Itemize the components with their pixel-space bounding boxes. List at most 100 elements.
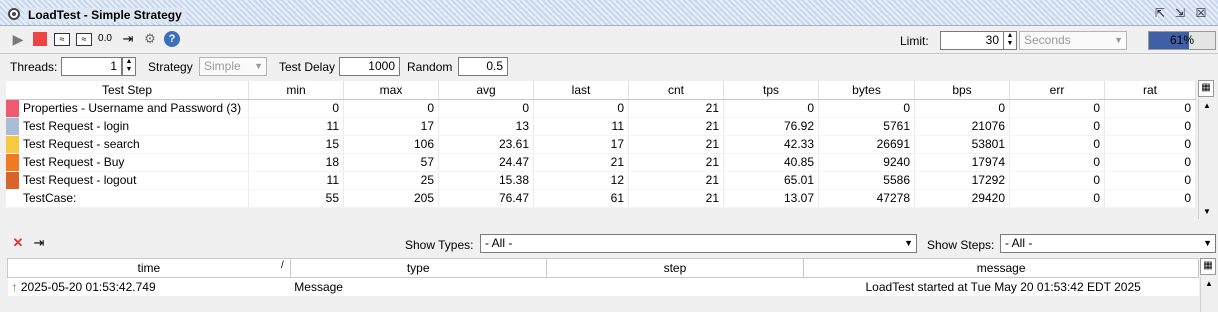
limit-spinner[interactable]: ▲ ▼ xyxy=(1003,31,1017,50)
column-header[interactable]: bytes xyxy=(818,81,915,100)
color-swatch xyxy=(6,135,19,154)
strategy-select[interactable]: Simple ▼ xyxy=(199,57,267,76)
statistics-header-row: Test Step min max avg last cnt tps bytes… xyxy=(6,81,1196,100)
show-steps-select[interactable]: - All - ▼ xyxy=(1000,234,1216,253)
table-row[interactable]: Properties - Username and Password (3) 0… xyxy=(6,99,1196,118)
threads-label: Threads: xyxy=(10,60,58,74)
column-header[interactable]: rat xyxy=(1104,81,1196,100)
scroll-up-icon[interactable]: ▲ xyxy=(1201,277,1217,291)
reset-stats-icon[interactable]: 0.0 xyxy=(97,31,113,47)
log-column-header[interactable]: step xyxy=(545,258,805,278)
options-gear-icon[interactable]: ⚙ xyxy=(142,31,158,47)
table-row[interactable]: Test Request - login 11 17 13 11 21 76.9… xyxy=(6,117,1196,136)
column-header[interactable]: Test Step xyxy=(6,81,249,100)
show-types-label: Show Types: xyxy=(405,238,474,252)
log-column-header[interactable]: type xyxy=(289,258,547,278)
log-table: time / type step message ↑ 2025-05-20 01… xyxy=(7,258,1199,296)
color-swatch xyxy=(6,117,19,136)
help-icon[interactable]: ? xyxy=(164,31,180,47)
export-icon[interactable]: ⇥ xyxy=(120,31,136,47)
cell-last: 21 xyxy=(533,153,629,172)
log-column-header[interactable]: time / xyxy=(7,258,291,278)
cell-tps: 65.01 xyxy=(723,171,819,190)
random-input[interactable]: 0.5 xyxy=(458,57,508,76)
cell-avg: 0 xyxy=(438,99,534,118)
cell-min: 11 xyxy=(248,171,344,190)
column-header[interactable]: bps xyxy=(914,81,1010,100)
sort-indicator-icon: / xyxy=(281,260,284,271)
chevron-down-icon: ▼ xyxy=(254,61,263,71)
cell-bytes: 47278 xyxy=(818,189,915,208)
log-column-chooser-icon[interactable]: ▦ xyxy=(1200,258,1216,275)
test-delay-input[interactable]: 1000 xyxy=(339,57,400,76)
column-header[interactable]: last xyxy=(533,81,629,100)
step-name: Test Request - search xyxy=(19,135,249,154)
cell-cnt: 21 xyxy=(628,117,724,136)
show-steps-label: Show Steps: xyxy=(927,238,995,252)
log-column-header[interactable]: message xyxy=(803,258,1199,278)
detach-icon[interactable]: ⇲ xyxy=(1173,7,1187,20)
cell-max: 106 xyxy=(343,135,439,154)
cell-err: 0 xyxy=(1009,99,1105,118)
cell-last: 11 xyxy=(533,117,629,136)
clear-log-icon[interactable]: ✕ xyxy=(10,235,26,251)
statistics-scrollbar[interactable]: ▲ ▼ xyxy=(1198,99,1214,219)
run-icon[interactable]: ▶ xyxy=(10,31,26,47)
cell-bytes: 0 xyxy=(818,99,915,118)
cell-err: 0 xyxy=(1009,117,1105,136)
window-title: LoadTest - Simple Strategy xyxy=(24,8,186,22)
table-row[interactable]: Test Request - Buy 18 57 24.47 21 21 40.… xyxy=(6,153,1196,172)
minimize-icon[interactable]: ⇱ xyxy=(1153,7,1167,20)
column-header[interactable]: min xyxy=(248,81,344,100)
export-log-icon[interactable]: ⇥ xyxy=(31,235,47,251)
toolbar-divider xyxy=(0,53,1218,54)
cell-err: 0 xyxy=(1009,189,1105,208)
log-row[interactable]: ↑ 2025-05-20 01:53:42.749 Message LoadTe… xyxy=(7,277,1199,296)
close-icon[interactable]: ☒ xyxy=(1194,7,1208,20)
strategy-value: Simple xyxy=(204,59,241,73)
table-row[interactable]: Test Request - search 15 106 23.61 17 21… xyxy=(6,135,1196,154)
log-header-row: time / type step message xyxy=(7,258,1199,278)
show-types-select[interactable]: - All - ▼ xyxy=(480,234,917,253)
column-header[interactable]: max xyxy=(343,81,439,100)
log-time: ↑ 2025-05-20 01:53:42.749 xyxy=(7,277,291,296)
column-header[interactable]: err xyxy=(1009,81,1105,100)
column-header[interactable]: avg xyxy=(438,81,534,100)
log-type: Message xyxy=(290,277,547,296)
threads-spinner[interactable]: ▲ ▼ xyxy=(122,57,136,76)
cell-max: 57 xyxy=(343,153,439,172)
cell-bps: 17292 xyxy=(914,171,1010,190)
limit-unit-select[interactable]: Seconds ▼ xyxy=(1019,31,1127,50)
cell-cnt: 21 xyxy=(628,171,724,190)
log-message: LoadTest started at Tue May 20 01:53:42 … xyxy=(803,277,1199,296)
column-chooser-icon[interactable]: ▦ xyxy=(1198,80,1214,97)
column-header[interactable]: tps xyxy=(723,81,819,100)
history-graph-icon[interactable]: ≈ xyxy=(76,33,92,46)
table-row[interactable]: TestCase: 55 205 76.47 61 21 13.07 47278… xyxy=(6,189,1196,208)
cell-rat: 0 xyxy=(1104,189,1196,208)
stop-icon[interactable] xyxy=(33,32,47,46)
column-header[interactable]: cnt xyxy=(628,81,724,100)
limit-input[interactable]: 30 xyxy=(940,31,1004,50)
cell-bps: 0 xyxy=(914,99,1010,118)
cell-max: 17 xyxy=(343,117,439,136)
cell-bps: 17974 xyxy=(914,153,1010,172)
threads-input[interactable]: 1 xyxy=(61,57,122,76)
progress-text: 61% xyxy=(1169,33,1195,47)
cell-last: 0 xyxy=(533,99,629,118)
table-row[interactable]: Test Request - logout 11 25 15.38 12 21 … xyxy=(6,171,1196,190)
cell-rat: 0 xyxy=(1104,153,1196,172)
statistics-graph-icon[interactable]: ≈ xyxy=(54,33,70,46)
color-swatch xyxy=(6,171,19,190)
cell-bytes: 26691 xyxy=(818,135,915,154)
scroll-up-icon[interactable]: ▲ xyxy=(1199,99,1215,113)
loadtest-icon xyxy=(8,8,20,20)
cell-max: 0 xyxy=(343,99,439,118)
scroll-down-icon[interactable]: ▼ xyxy=(1199,205,1215,219)
show-steps-value: - All - xyxy=(1005,236,1033,250)
cell-min: 11 xyxy=(248,117,344,136)
step-name: Test Request - Buy xyxy=(19,153,249,172)
cell-avg: 13 xyxy=(438,117,534,136)
log-scrollbar[interactable]: ▲ xyxy=(1200,277,1216,312)
cell-tps: 0 xyxy=(723,99,819,118)
